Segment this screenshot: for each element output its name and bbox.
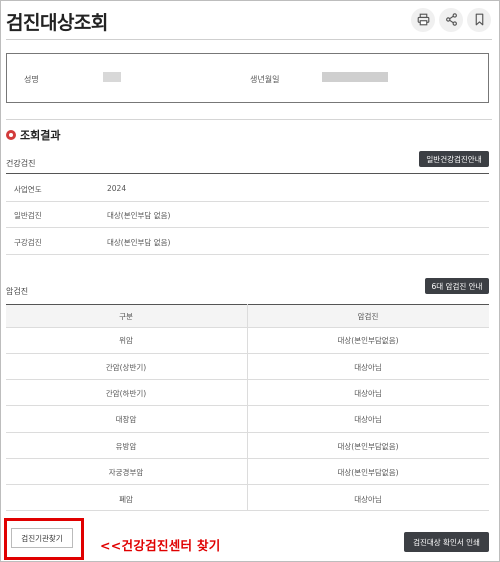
print-button[interactable] bbox=[411, 8, 435, 32]
row-divider bbox=[6, 227, 489, 228]
table-row-status: 대상(본인부담없음) bbox=[337, 336, 399, 345]
table-row-type: 유방암 bbox=[115, 442, 137, 451]
row-divider bbox=[6, 379, 489, 380]
table-row-type: 대장암 bbox=[115, 415, 137, 424]
birth-label: 생년월일 bbox=[250, 75, 280, 84]
kv-value-oral: 대상(본인부담 없음) bbox=[107, 238, 171, 247]
general-checkup-guide-button[interactable]: 일반건강검진안내 bbox=[419, 151, 489, 167]
table-row-status: 대상(본인부담없음) bbox=[337, 468, 399, 477]
profile-box: 성명 생년월일 bbox=[6, 53, 489, 103]
table-row-status: 대상아님 bbox=[354, 495, 382, 504]
cancer-checkup-title: 암검진 bbox=[6, 287, 29, 296]
table-row-type: 자궁경부암 bbox=[108, 468, 144, 477]
name-value-masked bbox=[103, 72, 121, 82]
table-row-status: 대상아님 bbox=[354, 389, 382, 398]
header-cancer-check: 암검진 bbox=[357, 312, 379, 321]
table-row-type: 간암(상반기) bbox=[105, 363, 147, 372]
bookmark-button[interactable] bbox=[467, 8, 491, 32]
birth-value-masked bbox=[322, 72, 388, 82]
bookmark-icon bbox=[473, 11, 486, 30]
row-divider bbox=[6, 458, 489, 459]
kv-label-oral: 구강검진 bbox=[14, 238, 42, 247]
bullet-icon bbox=[6, 130, 16, 140]
print-confirmation-button[interactable]: 검진대상 확인서 인쇄 bbox=[404, 532, 489, 552]
table-row-status: 대상(본인부담없음) bbox=[337, 442, 399, 451]
general-checkup-title: 건강검진 bbox=[6, 159, 36, 168]
find-center-annotation: <<건강검진센터 찾기 bbox=[100, 538, 221, 553]
table-row-status: 대상아님 bbox=[354, 363, 382, 372]
find-institution-highlight: 검진기관찾기 bbox=[4, 518, 84, 560]
table-row-type: 폐암 bbox=[119, 495, 133, 504]
table-row-type: 위암 bbox=[119, 336, 133, 345]
row-divider bbox=[6, 405, 489, 406]
share-icon bbox=[445, 11, 458, 30]
section-divider bbox=[6, 119, 492, 120]
find-institution-button[interactable]: 검진기관찾기 bbox=[11, 528, 73, 548]
table-row-status: 대상아님 bbox=[354, 415, 382, 424]
row-divider bbox=[6, 254, 489, 255]
row-divider bbox=[6, 484, 489, 485]
kv-value-year: 2024 bbox=[107, 184, 127, 193]
name-label: 성명 bbox=[24, 75, 39, 84]
row-divider bbox=[6, 327, 489, 328]
cancer-checkup-guide-button[interactable]: 6대 암검진 안내 bbox=[425, 278, 489, 294]
table-row-type: 간암(하반기) bbox=[105, 389, 147, 398]
title-divider bbox=[6, 39, 492, 40]
page-title: 검진대상조회 bbox=[6, 12, 108, 34]
kv-label-general: 일반검진 bbox=[14, 211, 42, 220]
kv-value-general: 대상(본인부담 없음) bbox=[107, 211, 171, 220]
result-title-text: 조회결과 bbox=[20, 129, 61, 142]
row-divider bbox=[6, 353, 489, 354]
row-divider bbox=[6, 432, 489, 433]
share-button[interactable] bbox=[439, 8, 463, 32]
header-type: 구분 bbox=[119, 312, 133, 321]
result-section-title: 조회결과 bbox=[6, 127, 60, 143]
kv-label-year: 사업연도 bbox=[14, 185, 42, 194]
row-divider bbox=[6, 201, 489, 202]
printer-icon bbox=[417, 11, 430, 30]
row-divider bbox=[6, 510, 489, 511]
general-table-top bbox=[6, 173, 489, 174]
